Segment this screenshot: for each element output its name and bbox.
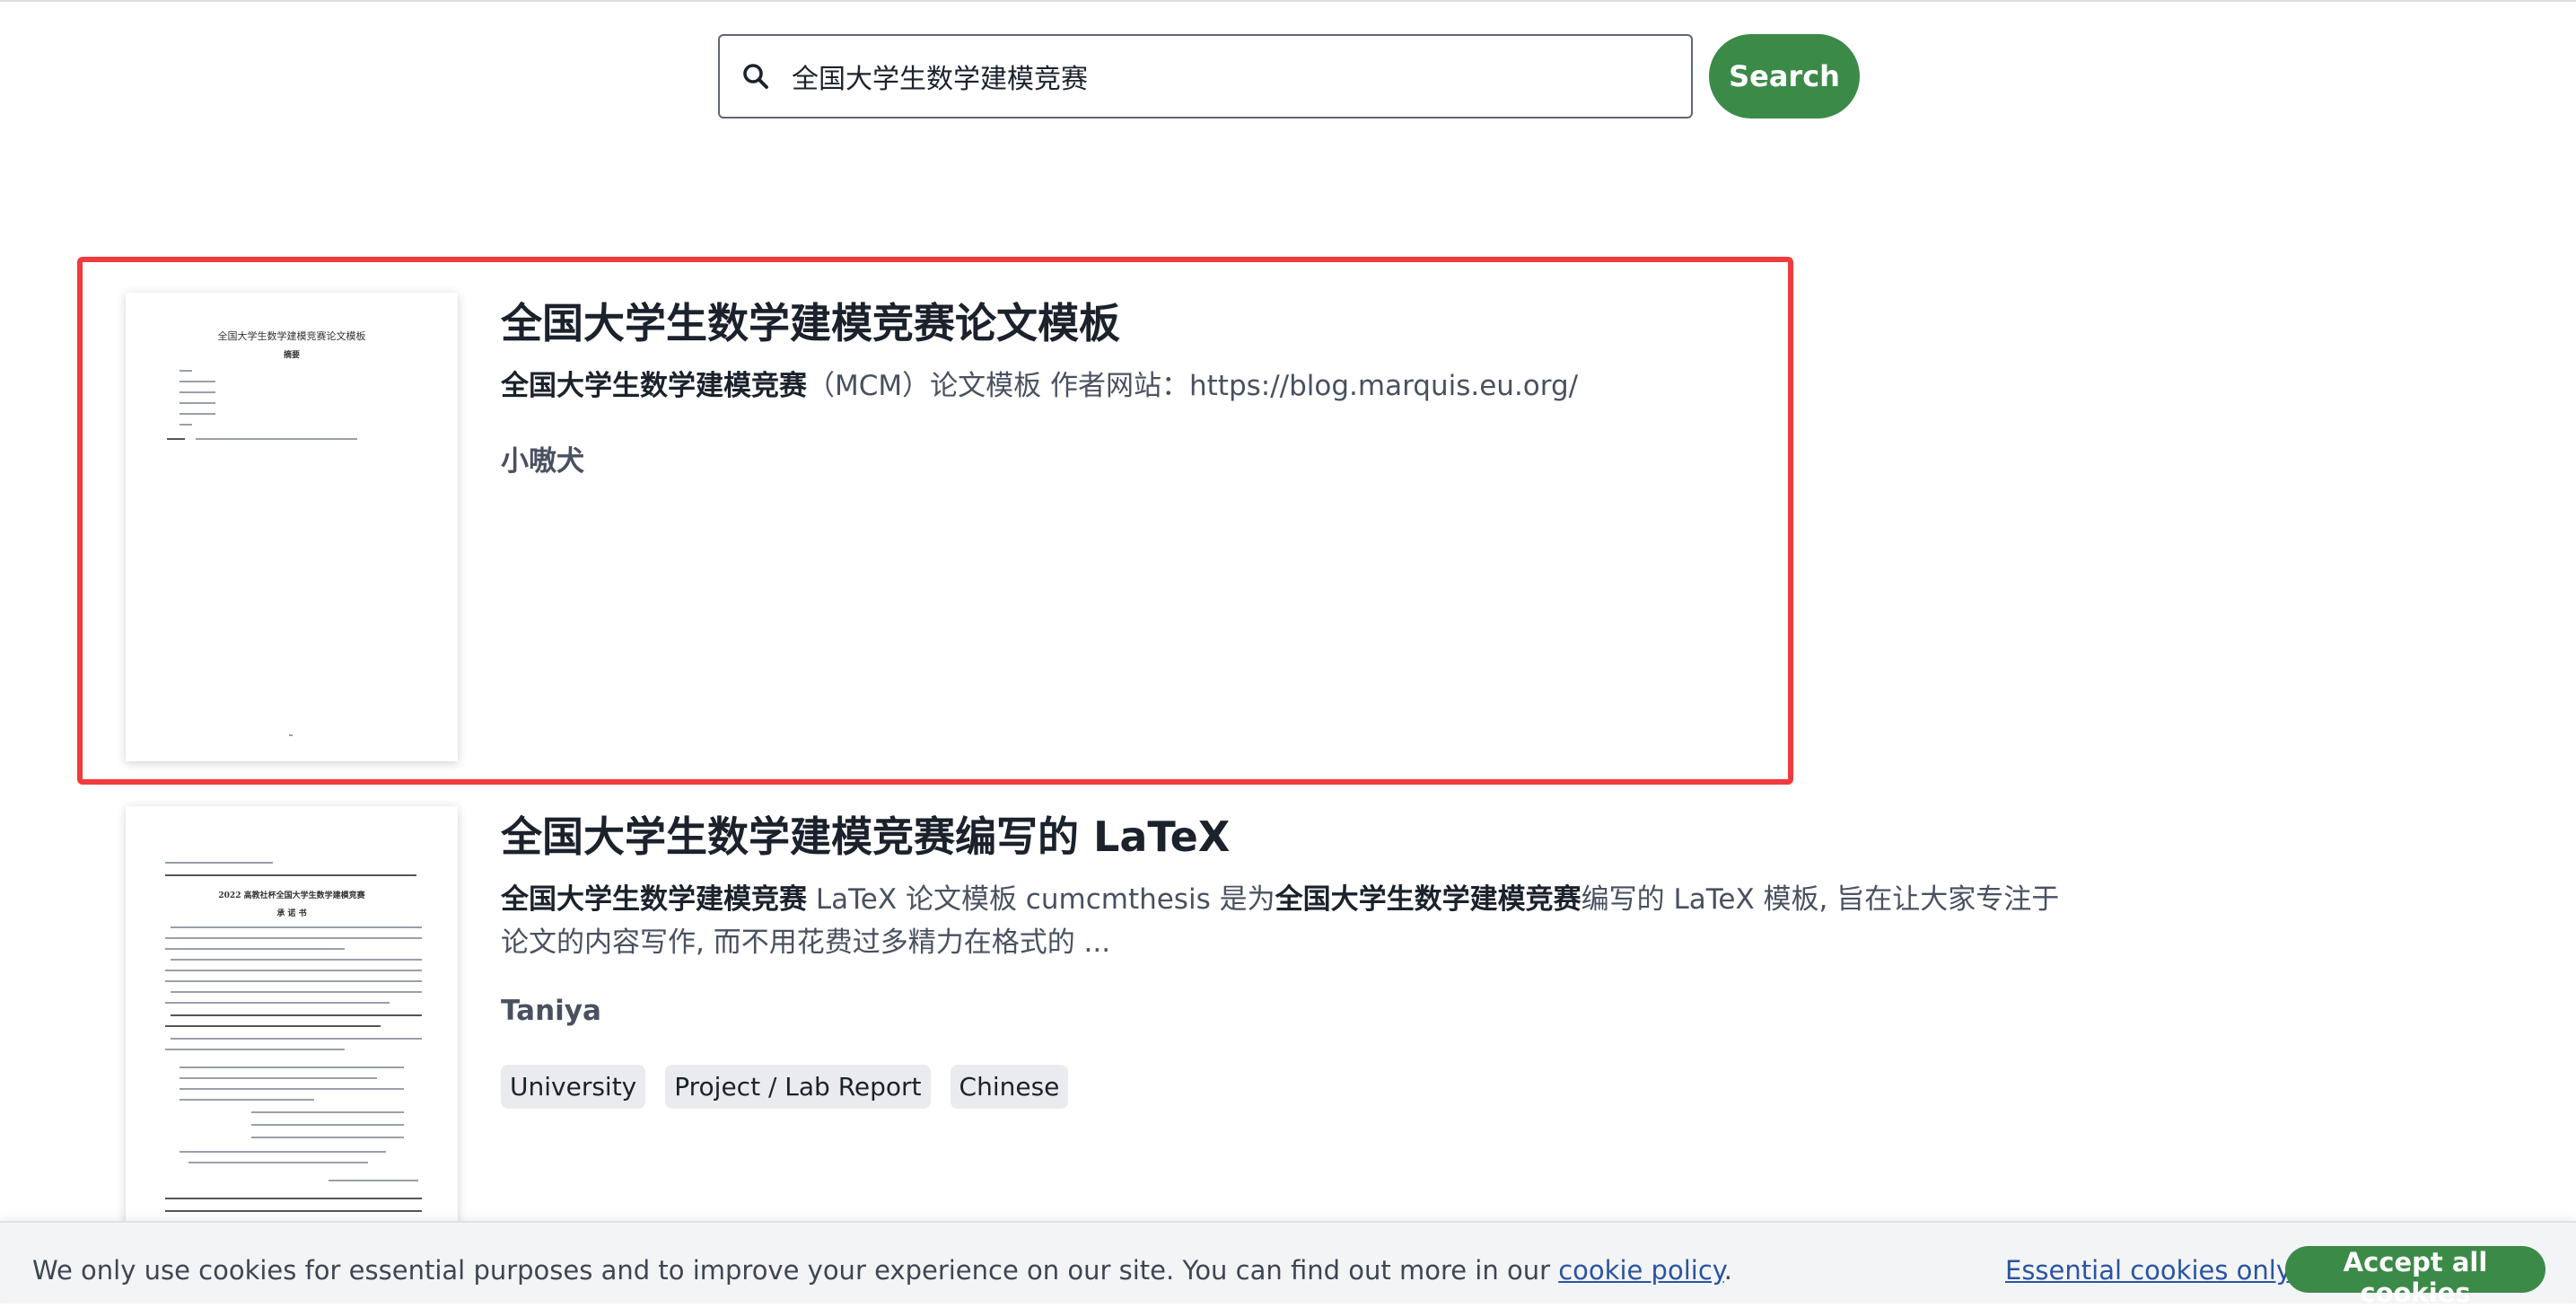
thumbnail-subheading: 承 诺 书 (276, 909, 307, 918)
result-title[interactable]: 全国大学生数学建模竞赛论文模板 (501, 291, 1120, 350)
cookie-text: We only use cookies for essential purpos… (32, 1255, 1733, 1286)
thumbnail-heading: 全国大学生数学建模竞赛论文模板 (217, 330, 366, 342)
cookie-policy-link[interactable]: cookie policy (1558, 1255, 1724, 1286)
result-author: 小嗷犬 (501, 445, 584, 478)
search-input[interactable] (790, 59, 1601, 93)
tag-project-lab-report[interactable]: Project / Lab Report (665, 1065, 931, 1109)
result-thumbnail[interactable]: 全国大学生数学建模竞赛论文模板 摘要 (126, 293, 458, 761)
result-author: Taniya (501, 995, 601, 1027)
tag-chinese[interactable]: Chinese (950, 1065, 1069, 1109)
search-box[interactable] (718, 34, 1693, 119)
thumbnail-subheading: 摘要 (283, 351, 300, 360)
tag-list: University Project / Lab Report Chinese (501, 1065, 1069, 1109)
top-border (0, 0, 2576, 2)
thumbnail-heading: 2022 高教社杯全国大学生数学建模竞赛 (218, 891, 365, 900)
essential-cookies-link[interactable]: Essential cookies only (2005, 1255, 2291, 1286)
result-title[interactable]: 全国大学生数学建模竞赛编写的 LaTeX (501, 804, 1230, 864)
result-description: 全国大学生数学建模竞赛 LaTeX 论文模板 cumcmthesis 是为全国大… (501, 883, 2060, 959)
result-thumbnail[interactable]: 2022 高教社杯全国大学生数学建模竞赛 承 诺 书 (126, 806, 458, 1237)
accept-all-cookies-button[interactable]: Accept all cookies (2285, 1246, 2545, 1308)
search-button[interactable]: Search (1709, 34, 1860, 119)
tag-university[interactable]: University (501, 1065, 646, 1109)
cookie-banner: We only use cookies for essential purpos… (0, 1221, 2576, 1304)
search-icon (743, 64, 768, 89)
result-description: 全国大学生数学建模竞赛（MCM）论文模板 作者网站：https://blog.m… (501, 370, 1579, 402)
